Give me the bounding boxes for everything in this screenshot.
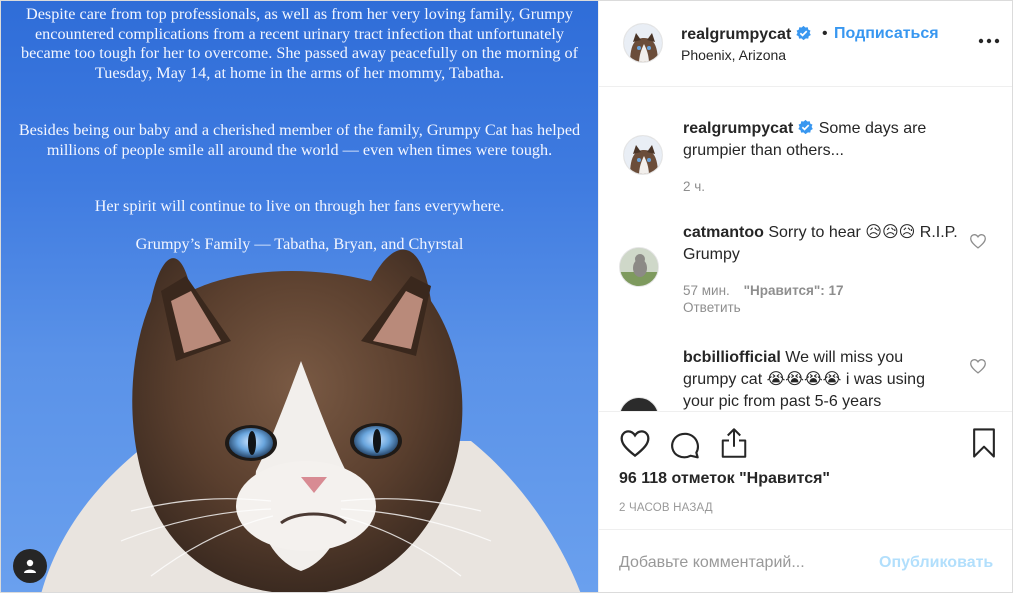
memorial-paragraph: Besides being our baby and a cherished m… bbox=[18, 121, 581, 159]
post-window: Despite care from top professionals, as … bbox=[0, 0, 1013, 593]
caption-username[interactable]: realgrumpycat bbox=[683, 120, 793, 137]
comment-username[interactable]: catmantoo bbox=[683, 224, 764, 241]
comments-list[interactable]: realgrumpycat Some days are grumpier tha… bbox=[599, 87, 1012, 411]
post-author-username[interactable]: realgrumpycat bbox=[681, 25, 812, 44]
share-upload-icon[interactable] bbox=[719, 426, 749, 460]
post-image[interactable]: Despite care from top professionals, as … bbox=[1, 1, 598, 592]
avatar[interactable] bbox=[623, 23, 663, 63]
post-timestamp[interactable]: 2 ЧАСОВ НАЗАД bbox=[619, 502, 713, 514]
add-comment-bar: Опубликовать bbox=[599, 529, 1012, 592]
like-comment-heart-icon[interactable] bbox=[969, 233, 987, 249]
comment-input[interactable] bbox=[619, 554, 859, 572]
grumpy-cat-avatar-icon bbox=[624, 24, 662, 62]
bookmark-save-icon[interactable] bbox=[971, 427, 997, 459]
caption-text: realgrumpycat Some days are grumpier tha… bbox=[683, 118, 958, 162]
memorial-paragraph: Despite care from top professionals, as … bbox=[21, 5, 578, 82]
comment-text: catmantoo Sorry to hear 😥😥😥 R.I.P. Grump… bbox=[683, 222, 958, 266]
avatar[interactable] bbox=[619, 247, 659, 287]
verified-badge-icon bbox=[798, 119, 814, 135]
grumpy-cat-photo bbox=[41, 249, 581, 592]
grumpy-cat-avatar-icon bbox=[624, 136, 662, 174]
separator-dot: • bbox=[822, 25, 828, 42]
memorial-paragraph: Her spirit will continue to live on thro… bbox=[94, 197, 505, 215]
tagged-users-button[interactable] bbox=[13, 549, 47, 583]
like-heart-icon[interactable] bbox=[619, 428, 651, 458]
post-header: realgrumpycat • Подписаться Phoenix, Ari… bbox=[599, 1, 1012, 87]
comment-meta: 57 мин. "Нравится": 17 bbox=[683, 283, 844, 298]
like-comment-heart-icon[interactable] bbox=[969, 358, 987, 374]
reply-button[interactable]: Ответить bbox=[683, 300, 741, 315]
memorial-signature: Grumpy’s Family — Tabatha, Bryan, and Ch… bbox=[135, 235, 464, 253]
avatar[interactable] bbox=[619, 397, 659, 411]
verified-badge-icon bbox=[796, 25, 812, 41]
comment-bubble-icon[interactable] bbox=[669, 428, 701, 460]
more-horizontal-icon[interactable] bbox=[977, 35, 1001, 47]
caption-time[interactable]: 2 ч. bbox=[683, 179, 705, 194]
comment-username[interactable]: bcbilliofficial bbox=[683, 349, 781, 366]
comment-text: bcbilliofficial We will miss you grumpy … bbox=[683, 347, 958, 411]
post-sidebar: realgrumpycat • Подписаться Phoenix, Ari… bbox=[598, 1, 1012, 592]
post-location[interactable]: Phoenix, Arizona bbox=[681, 47, 786, 63]
follow-button[interactable]: Подписаться bbox=[834, 25, 939, 43]
commenter-avatar-icon bbox=[620, 248, 658, 286]
avatar[interactable] bbox=[623, 135, 663, 175]
publish-button[interactable]: Опубликовать bbox=[879, 554, 993, 572]
likes-count[interactable]: 96 118 отметок "Нравится" bbox=[619, 470, 830, 488]
person-icon bbox=[24, 559, 36, 573]
post-actions: 96 118 отметок "Нравится" 2 ЧАСОВ НАЗАД bbox=[599, 411, 1012, 529]
comment-likes[interactable]: "Нравится": 17 bbox=[744, 283, 844, 298]
comment-time[interactable]: 57 мин. bbox=[683, 283, 730, 298]
username-text[interactable]: realgrumpycat bbox=[681, 26, 791, 43]
